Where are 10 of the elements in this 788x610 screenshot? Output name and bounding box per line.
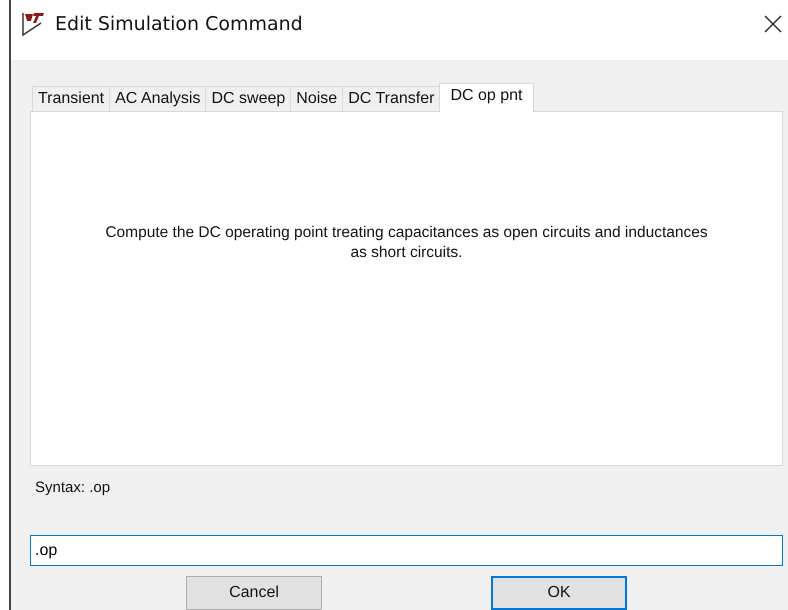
command-input-field[interactable]: .op [30,535,783,566]
dialog-button[interactable]: OK [491,576,627,610]
app-logo-icon [21,11,45,37]
tab[interactable]: Transient [32,86,110,111]
description-text: Compute the DC operating point treating capacitances as open circuits and inductances as short circuits. [104,223,709,263]
syntax-label: Syntax: .op [35,479,112,498]
window-title: Edit Simulation Command [55,13,303,35]
close-icon[interactable] [764,15,782,33]
tab[interactable]: DC op pnt [439,83,534,112]
dialog-button[interactable]: Cancel [186,576,322,610]
